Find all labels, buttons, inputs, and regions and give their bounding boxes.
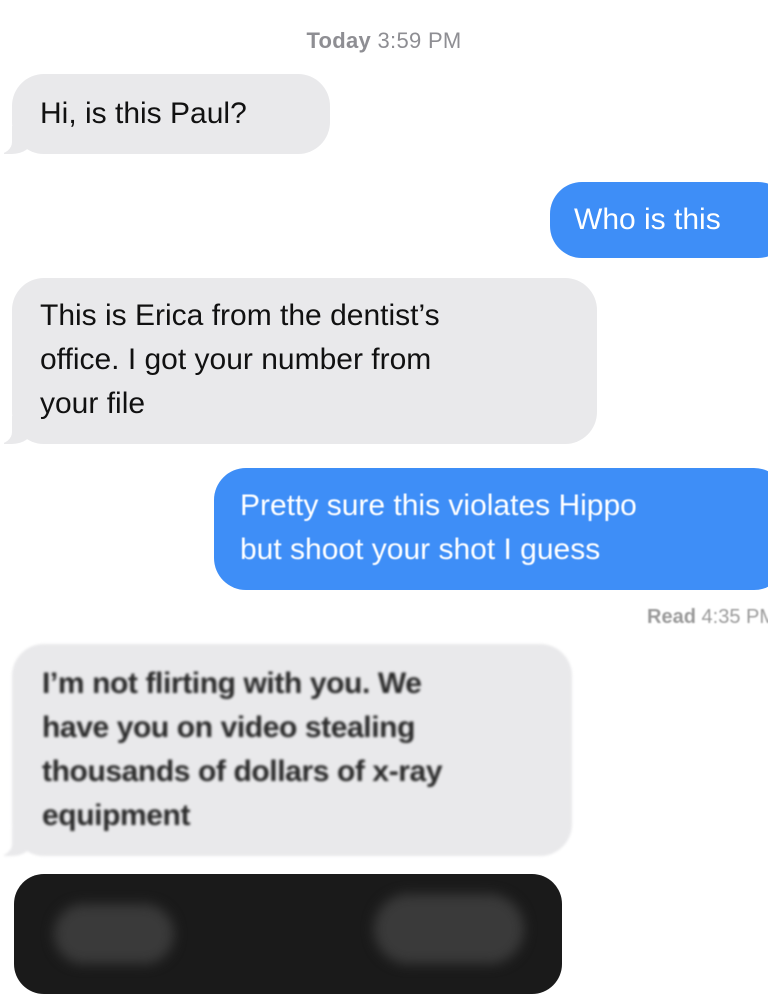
message-bubble-outgoing[interactable]: Who is this [550, 182, 768, 258]
conversation-timestamp: Today 3:59 PM [0, 28, 768, 54]
message-text: Pretty sure this violates Hippo but shoo… [240, 489, 637, 566]
message-thread: Today 3:59 PM Hi, is this Paul? Who is t… [0, 0, 768, 994]
timestamp-day: Today [306, 28, 372, 53]
image-content [374, 894, 524, 964]
read-receipt-time: 4:35 PM [701, 606, 768, 628]
message-text: Who is this [574, 203, 721, 236]
read-receipt: Read 4:35 PM [647, 606, 768, 629]
image-attachment[interactable] [14, 874, 562, 994]
timestamp-time: 3:59 PM [377, 28, 462, 53]
message-text: This is Erica from the dentist’s office.… [40, 299, 440, 420]
image-content [54, 904, 174, 964]
message-bubble-incoming[interactable]: I’m not flirting with you. We have you o… [0, 644, 572, 856]
message-text: I’m not flirting with you. We have you o… [42, 667, 443, 832]
message-text: Hi, is this Paul? [40, 97, 247, 130]
message-bubble-outgoing[interactable]: Pretty sure this violates Hippo but shoo… [214, 468, 768, 590]
read-receipt-label: Read [647, 606, 696, 628]
message-bubble-incoming[interactable]: This is Erica from the dentist’s office.… [0, 278, 597, 444]
message-bubble-incoming[interactable]: Hi, is this Paul? [0, 74, 330, 154]
